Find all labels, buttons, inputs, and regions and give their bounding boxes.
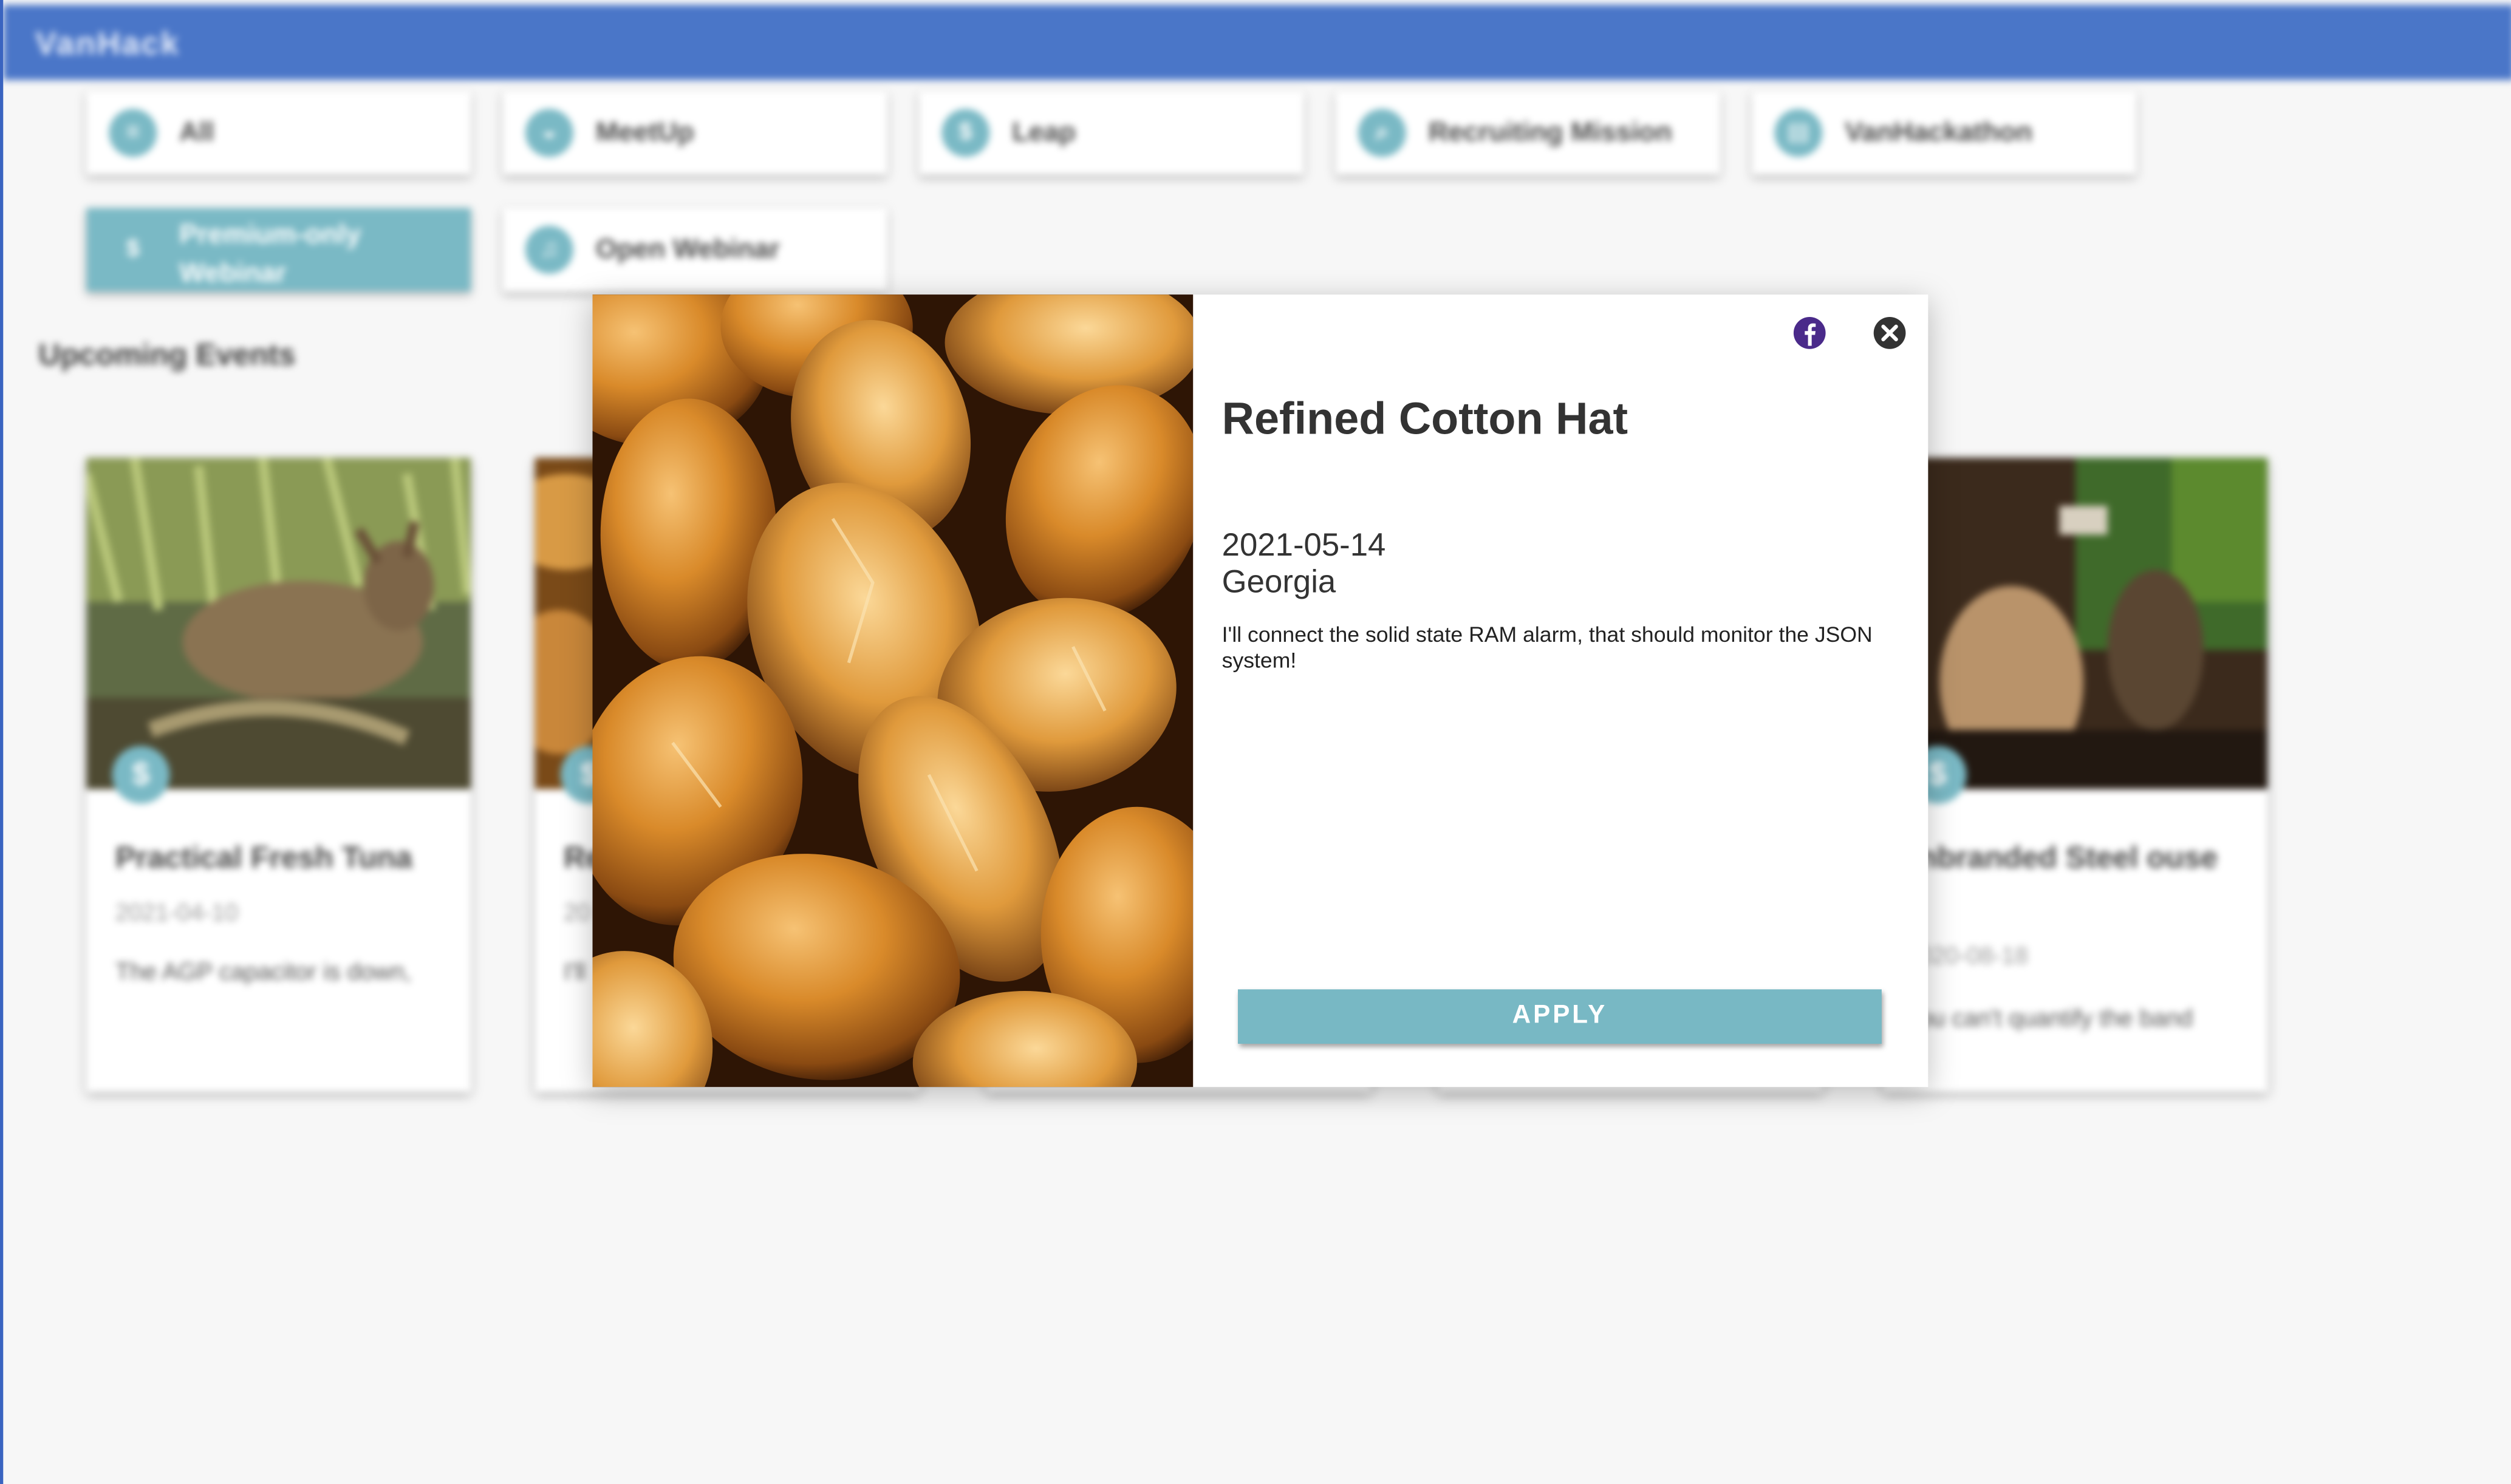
filter-open-webinar-button[interactable]: ♫ Open Webinar [502,208,887,291]
bread-rolls-photo [592,294,1194,1087]
event-card[interactable]: $ Practical Fresh Tuna 2021-04-10 The AG… [86,458,471,1092]
filter-label: All [179,117,214,148]
facebook-icon[interactable] [1792,315,1827,350]
filter-leap-button[interactable]: $ Leap [919,91,1304,175]
filter-label: MeetUp [595,117,694,148]
filter-label: Premium-only Webinar [179,219,361,288]
filter-label: VanHackathon [1845,117,2033,148]
meetup-icon: ◒ [525,109,573,157]
event-card-title: nbranded Steel ouse [1918,842,2218,876]
filter-label: Recruiting Mission [1428,117,1672,148]
filter-label: Leap [1012,117,1076,148]
dollar-icon: $ [126,235,140,263]
event-date: 2021-05-14 [1221,528,1386,564]
app-brand[interactable]: VanHack [35,27,180,64]
event-card-image [1883,458,2268,789]
webinar-icon: ♫ [525,225,573,274]
event-card[interactable]: $ nbranded Steel ouse 020-08-18 ou can't… [1883,458,2268,1092]
event-title: Refined Cotton Hat [1221,393,1628,444]
premium-badge: $ [112,746,170,804]
event-card-date: 020-08-18 [1918,942,2028,970]
filter-vanhackathon-button[interactable]: ▤ VanHackathon [1752,91,2137,175]
hackathon-icon: ▤ [1774,109,1823,157]
close-icon[interactable] [1872,315,1907,350]
filter-meetup-button[interactable]: ◒ MeetUp [502,91,887,175]
search-icon: ⌕ [1358,109,1406,157]
section-title: Upcoming Events [38,339,296,373]
event-card-title: Practical Fresh Tuna [115,842,412,876]
filter-label: Open Webinar [595,233,780,265]
event-location: Georgia [1221,565,1336,601]
filter-all-button[interactable]: ≡ All [86,91,471,175]
dollar-icon: $ [941,109,990,157]
event-description: I'll connect the solid state RAM alarm, … [1221,622,1873,673]
event-image [592,294,1194,1087]
apply-button[interactable]: APPLY [1238,989,1882,1044]
filter-recruiting-mission-button[interactable]: ⌕ Recruiting Mission [1335,91,1720,175]
event-detail-modal: Refined Cotton Hat 2021-05-14 Georgia I'… [592,294,1929,1087]
event-card-image [86,458,471,789]
event-card-date: 2021-04-10 [115,899,239,927]
app-bar: VanHack [3,4,2511,80]
event-card-description: ou can't quantify the band [1918,1005,2193,1033]
filter-premium-webinar-button[interactable]: $ Premium-only Webinar [86,208,471,291]
event-card-date: 20 [564,899,591,927]
all-events-icon: ≡ [109,109,157,157]
event-card-description: The AGP capacitor is down, [115,959,412,987]
